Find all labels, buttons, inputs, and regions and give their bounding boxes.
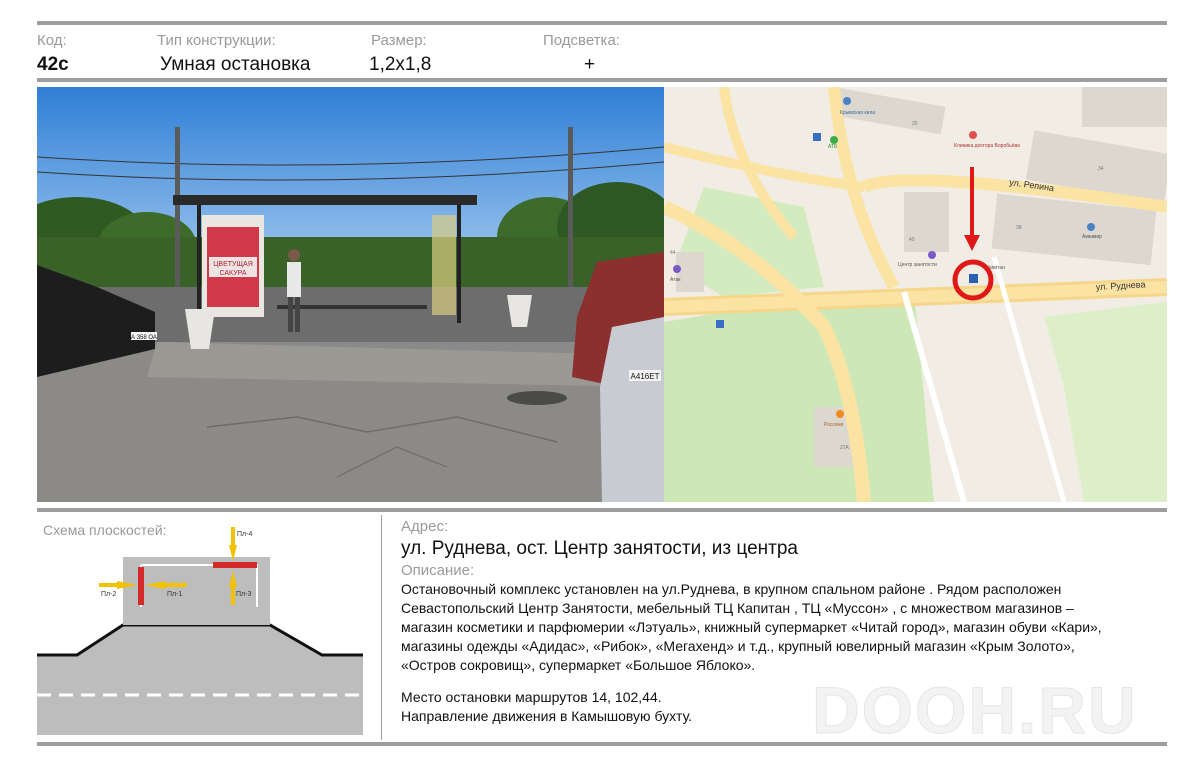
poi-rossini: Россини	[824, 422, 843, 428]
code-label: Код:	[37, 32, 67, 49]
plane-2-label: Пл-2	[101, 591, 116, 598]
direction-text: Направление движения в Камышовую бухту.	[401, 708, 693, 724]
description-label: Описание:	[401, 562, 475, 579]
poi-kryms: Крымская кила	[840, 110, 875, 116]
type-value: Умная остановка	[160, 54, 311, 75]
poster-text-2: САКУРА	[219, 270, 246, 277]
watermark-logo: DOOH.RU	[812, 673, 1138, 748]
clinic-icon	[969, 131, 977, 139]
bus-stop-photo: ЦВЕТУЩАЯ САКУРА А 358 ОА А416ЕТ	[37, 87, 664, 502]
light-value: +	[584, 54, 596, 75]
header-rule	[37, 78, 1167, 82]
bld-40: 40	[909, 237, 915, 243]
mall-icon	[928, 251, 936, 259]
size-label: Размер:	[371, 32, 427, 49]
shop-icon	[843, 97, 851, 105]
bus-stop-marker-icon	[969, 274, 978, 283]
planes-scheme: Схема плоскостей: Пл-1 Пл-2 Пл-3 Пл-4	[37, 515, 363, 739]
store-icon	[1087, 223, 1095, 231]
description-line: магазины одежды «Адидас», «Рибок», «Мега…	[401, 638, 1075, 654]
description-line: Остановочный комплекс установлен на ул.Р…	[401, 581, 1062, 597]
top-rule	[37, 21, 1167, 25]
plane-4-label: Пл-4	[237, 531, 252, 538]
location-map: ул. Репина ул. Руднева Крымская кила Кли…	[664, 87, 1167, 502]
plane-1-bar	[138, 567, 144, 605]
poi-atlas: Атак	[670, 277, 681, 283]
plate-right: А416ЕТ	[631, 372, 660, 381]
bld-27a: 27А	[840, 445, 850, 451]
poi-center: Центр занятости	[898, 262, 937, 268]
poi-klinika: Клиника доктора Воробьёва	[954, 143, 1020, 149]
code-value: 42с	[37, 54, 69, 75]
bottom-rule	[37, 742, 1167, 746]
plane-3-label: Пл-3	[236, 591, 251, 598]
pharmacy-icon	[830, 136, 838, 144]
bus-stop-icon-2	[716, 320, 724, 328]
bld-34: 34	[1098, 166, 1104, 172]
poi-atb: АТБ	[828, 144, 838, 150]
plate-left: А 358 ОА	[131, 335, 157, 341]
description-line: магазин косметики и парфюмерии «Лэтуаль»…	[401, 619, 1102, 635]
routes-text: Место остановки маршрутов 14, 102,44.	[401, 689, 662, 705]
poi-akvamir: Аквамир	[1082, 234, 1102, 240]
bld-38: 38	[1016, 225, 1022, 231]
atak-icon	[673, 265, 681, 273]
plane-4-bar	[213, 562, 257, 568]
poster-text-1: ЦВЕТУЩАЯ	[213, 261, 253, 268]
scheme-title: Схема плоскостей:	[43, 522, 167, 538]
description-text: Остановочный комплекс установлен на ул.Р…	[401, 580, 1161, 675]
plane-1-label: Пл-1	[167, 591, 182, 598]
description-line: Севастопольский Центр Занятости, мебельн…	[401, 600, 1074, 616]
size-value: 1,2х1,8	[369, 54, 432, 75]
mid-rule	[37, 508, 1167, 512]
type-label: Тип конструкции:	[157, 32, 276, 49]
light-label: Подсветка:	[543, 32, 620, 49]
bld-25: 25	[912, 121, 918, 127]
vertical-divider	[381, 515, 382, 740]
food-icon	[836, 410, 844, 418]
routes-block: Место остановки маршрутов 14, 102,44. На…	[401, 688, 692, 726]
address-label: Адрес:	[401, 518, 449, 535]
address-value: ул. Руднева, ост. Центр занятости, из це…	[401, 538, 798, 559]
bld-44: 44	[670, 250, 676, 256]
bus-stop-icon	[813, 133, 821, 141]
